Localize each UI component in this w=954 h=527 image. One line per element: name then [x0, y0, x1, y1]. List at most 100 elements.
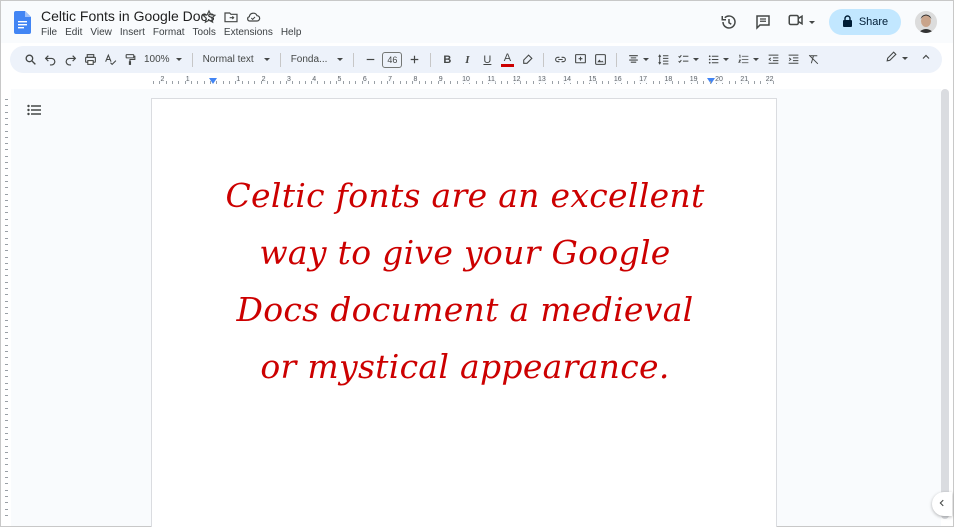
- ruler-tick: [5, 363, 8, 365]
- chevron-down-icon[interactable]: [723, 58, 730, 61]
- ruler-number: 8: [413, 76, 418, 83]
- chevron-down-icon[interactable]: [693, 58, 700, 61]
- search-icon[interactable]: [20, 50, 40, 70]
- document-page[interactable]: Celtic fonts are an excellent way to giv…: [151, 98, 777, 527]
- highlight-icon[interactable]: [517, 50, 537, 70]
- italic-button[interactable]: I: [457, 50, 477, 70]
- line-spacing-icon[interactable]: [653, 50, 673, 70]
- align-icon[interactable]: [623, 50, 643, 70]
- chevron-down-icon[interactable]: [753, 58, 760, 61]
- underline-button[interactable]: U: [477, 50, 497, 70]
- chevron-down-icon[interactable]: [643, 58, 650, 61]
- ruler-tick: [5, 300, 8, 302]
- insert-image-icon[interactable]: [590, 50, 610, 70]
- redo-icon[interactable]: [60, 50, 80, 70]
- ruler-tick: [5, 193, 8, 195]
- ruler-tick: [481, 81, 483, 84]
- ruler-tick: [5, 155, 8, 157]
- ruler-tick: [500, 81, 502, 84]
- clear-formatting-icon[interactable]: [803, 50, 823, 70]
- body-line: Docs document a medieval: [236, 290, 694, 329]
- toolbar-divider: [616, 52, 618, 67]
- history-icon[interactable]: [719, 12, 739, 32]
- docs-logo-icon[interactable]: [14, 11, 31, 34]
- share-button[interactable]: Share: [829, 9, 901, 35]
- horizontal-ruler[interactable]: 2 1 1 2 3 4 5 6 7 8 9 10 11 12 13 14 15 16 17 18 19 20 21 22: [151, 76, 777, 86]
- side-panel-toggle[interactable]: [932, 492, 952, 516]
- decrease-font-size-icon[interactable]: [360, 50, 380, 70]
- ruler-tick: [5, 344, 8, 346]
- menu-format[interactable]: Format: [153, 27, 189, 38]
- ruler-number: 7: [388, 76, 393, 83]
- increase-indent-icon[interactable]: [783, 50, 803, 70]
- ruler-tick: [627, 81, 629, 84]
- ruler-number: 13: [537, 76, 546, 83]
- document-body-text[interactable]: Celtic fonts are an excellent way to giv…: [192, 167, 738, 395]
- font-size-input[interactable]: 46: [382, 51, 403, 68]
- ruler-number: 17: [639, 76, 647, 83]
- ruler-tick: [425, 81, 426, 84]
- decrease-indent-icon[interactable]: [763, 50, 783, 70]
- bold-button[interactable]: B: [437, 50, 457, 70]
- menu-file[interactable]: File: [41, 27, 61, 38]
- meet-button[interactable]: [787, 11, 815, 34]
- comment-icon[interactable]: [753, 12, 773, 32]
- ruler-tick: [5, 489, 8, 491]
- ruler-tick: [178, 81, 180, 84]
- editing-mode-button[interactable]: [885, 50, 908, 66]
- ruler-number: 22: [765, 76, 774, 83]
- collapse-toolbar-icon[interactable]: [920, 51, 932, 66]
- document-title[interactable]: Celtic Fonts in Google Docs: [41, 8, 215, 24]
- ruler-tick: [5, 212, 8, 214]
- scrollbar-thumb[interactable]: [941, 89, 949, 519]
- right-indent-marker[interactable]: [707, 78, 715, 84]
- ruler-tick: [557, 81, 559, 84]
- font-select[interactable]: Fonda...: [287, 54, 348, 65]
- link-icon[interactable]: [550, 50, 570, 70]
- text-color-label: A: [503, 51, 512, 64]
- ruler-tick: [526, 81, 528, 84]
- bulleted-list-icon[interactable]: [703, 50, 723, 70]
- ruler-tick: [633, 81, 635, 84]
- outline-icon[interactable]: [27, 103, 41, 121]
- ruler-tick: [5, 477, 8, 478]
- ruler-tick: [450, 81, 452, 84]
- share-label: Share: [858, 16, 889, 28]
- print-icon[interactable]: [80, 50, 100, 70]
- ruler-tick: [5, 432, 8, 434]
- menu-help[interactable]: Help: [281, 27, 306, 38]
- ruler-number: 12: [512, 76, 521, 83]
- menu-view[interactable]: View: [90, 27, 116, 38]
- vertical-scrollbar[interactable]: [941, 89, 949, 525]
- menu-extensions[interactable]: Extensions: [224, 27, 277, 38]
- ruler-tick: [5, 351, 8, 352]
- menu-tools[interactable]: Tools: [193, 27, 220, 38]
- ruler-tick: [5, 483, 8, 485]
- ruler-number: 20: [715, 76, 723, 83]
- spellcheck-icon[interactable]: [100, 50, 120, 70]
- add-comment-icon[interactable]: [570, 50, 590, 70]
- ruler-tick: [5, 420, 8, 422]
- text-color-button[interactable]: A: [497, 50, 517, 70]
- toolbar-divider: [353, 52, 355, 67]
- paint-format-icon[interactable]: [120, 50, 140, 70]
- ruler-tick: [304, 81, 306, 84]
- paragraph-style-select[interactable]: Normal text: [199, 54, 274, 65]
- checklist-icon[interactable]: [673, 50, 693, 70]
- increase-font-size-icon[interactable]: [404, 50, 424, 70]
- ruler-tick: [317, 81, 319, 84]
- ruler-tick: [5, 99, 8, 100]
- avatar[interactable]: [915, 11, 937, 33]
- meet-icon: [787, 11, 805, 34]
- ruler-tick: [380, 81, 382, 84]
- ruler-number: 2: [160, 76, 165, 83]
- ruler-number: 10: [462, 76, 470, 83]
- undo-icon[interactable]: [40, 50, 60, 70]
- numbered-list-icon[interactable]: [733, 50, 753, 70]
- ruler-number: 19: [689, 76, 698, 83]
- menu-edit[interactable]: Edit: [65, 27, 86, 38]
- menu-insert[interactable]: Insert: [120, 27, 149, 38]
- zoom-select[interactable]: 100%: [140, 54, 186, 65]
- ruler-tick: [165, 81, 167, 84]
- ruler-tick: [734, 81, 736, 84]
